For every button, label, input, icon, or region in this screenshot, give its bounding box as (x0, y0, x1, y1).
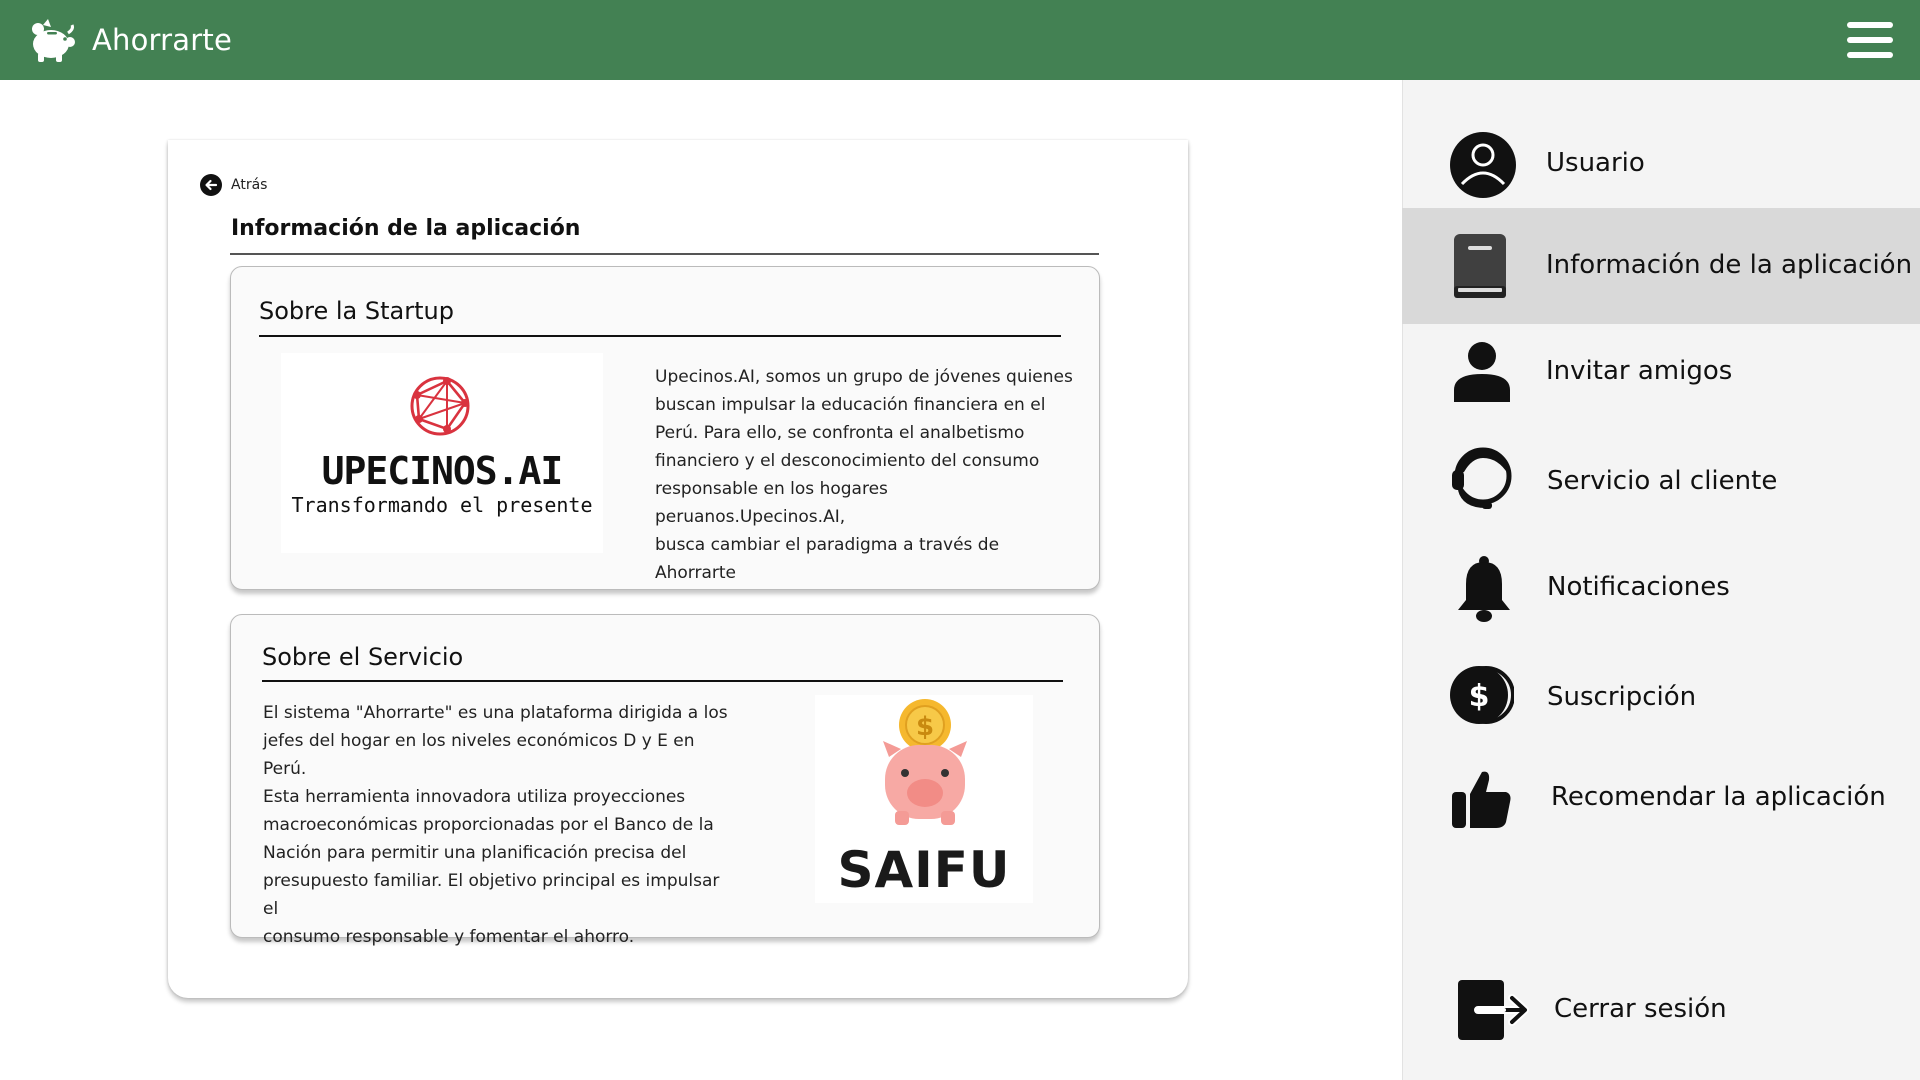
text-line: presupuesto familiar. El objetivo princi… (263, 871, 720, 919)
sidebar-item-label: Servicio al cliente (1547, 466, 1778, 496)
thumbs-up-icon (1452, 770, 1512, 828)
logout-button[interactable]: Cerrar sesión (1402, 960, 1920, 1060)
startup-section: Sobre la Startup UPECINOS.AI Transforman… (230, 266, 1100, 590)
arrow-left-icon (200, 174, 222, 196)
divider (259, 335, 1061, 337)
upecinos-logo: UPECINOS.AI Transformando el presente (281, 353, 603, 553)
sidebar-item-label: Notificaciones (1547, 572, 1730, 602)
app-title: Ahorrarte (92, 23, 233, 57)
sidebar-item-recomendar[interactable]: Recomendar la aplicación (1402, 748, 1920, 848)
text-line: buscan impulsar la educación financiera … (655, 395, 1046, 415)
section-title-service: Sobre el Servicio (262, 643, 464, 671)
logout-label: Cerrar sesión (1554, 994, 1727, 1024)
text-line: busca cambiar el paradigma a través de A… (655, 535, 1000, 583)
sidebar-item-notificaciones[interactable]: Notificaciones (1402, 538, 1920, 638)
book-icon (1454, 234, 1506, 298)
sidebar-item-label: Información de la aplicación (1546, 250, 1913, 280)
text-line: El sistema "Ahorrarte" es una plataforma… (263, 703, 728, 723)
text-line: responsable en los hogares peruanos.Upec… (655, 479, 888, 527)
saifu-logo: $ SAIFU (815, 695, 1033, 903)
text-line: Nación para permitir una planificación p… (263, 843, 687, 863)
upecinos-logo-name: UPECINOS.AI (321, 449, 564, 493)
text-line: financiero y el desconocimiento del cons… (655, 451, 1040, 471)
brand[interactable]: Ahorrarte (26, 14, 232, 66)
text-line: consumo responsable y fomentar el ahorro… (263, 927, 635, 947)
section-title-startup: Sobre la Startup (259, 297, 454, 325)
upecinos-logo-tagline: Transformando el presente (291, 493, 593, 517)
sidebar-item-label: Invitar amigos (1546, 356, 1733, 386)
sidebar-item-informacion[interactable]: Información de la aplicación (1402, 208, 1920, 324)
back-label: Atrás (231, 177, 268, 193)
piggy-bank-logo-icon (32, 19, 75, 62)
text-line: jefes del hogar en los niveles económico… (263, 731, 695, 779)
text-line: Perú. Para ello, se confronta el analbet… (655, 423, 1025, 443)
top-app-bar: Ahorrarte (0, 0, 1920, 80)
sidebar-item-servicio[interactable]: Servicio al cliente (1402, 430, 1920, 530)
service-description: El sistema "Ahorrarte" es una plataforma… (263, 699, 733, 951)
svg-text:$: $ (1469, 679, 1490, 714)
sidebar-item-label: Recomendar la aplicación (1551, 782, 1886, 812)
sidebar-item-usuario[interactable]: Usuario (1402, 114, 1920, 214)
hamburger-menu-icon[interactable] (1847, 20, 1895, 60)
sidebar-item-label: Suscripción (1547, 682, 1697, 712)
person-icon (1452, 342, 1512, 402)
piggy-bank-coin-icon: $ (883, 699, 967, 825)
divider (230, 253, 1099, 255)
page-title: Información de la aplicación (231, 216, 581, 241)
bell-icon (1456, 556, 1512, 624)
text-line: macroeconómicas proporcionadas por el Ba… (263, 815, 714, 835)
headset-icon (1452, 444, 1514, 512)
user-circle-icon (1450, 132, 1516, 198)
coin-symbol: $ (916, 712, 934, 742)
saifu-logo-name: SAIFU (837, 841, 1011, 899)
text-line: Upecinos.AI, somos un grupo de jóvenes q… (655, 367, 1073, 387)
globe-network-icon (410, 376, 470, 436)
divider (262, 680, 1063, 682)
sidebar-item-invitar[interactable]: Invitar amigos (1402, 322, 1920, 422)
text-line: Esta herramienta innovadora utiliza proy… (263, 787, 686, 807)
back-button[interactable]: Atrás (200, 174, 267, 196)
startup-description: Upecinos.AI, somos un grupo de jóvenes q… (655, 363, 1075, 587)
sidebar-item-label: Usuario (1546, 148, 1645, 178)
sidebar-item-suscripcion[interactable]: $ Suscripción (1402, 646, 1920, 746)
service-section: Sobre el Servicio El sistema "Ahorrarte"… (230, 614, 1100, 947)
dollar-coin-icon: $ (1450, 666, 1514, 724)
logout-icon (1458, 978, 1530, 1042)
